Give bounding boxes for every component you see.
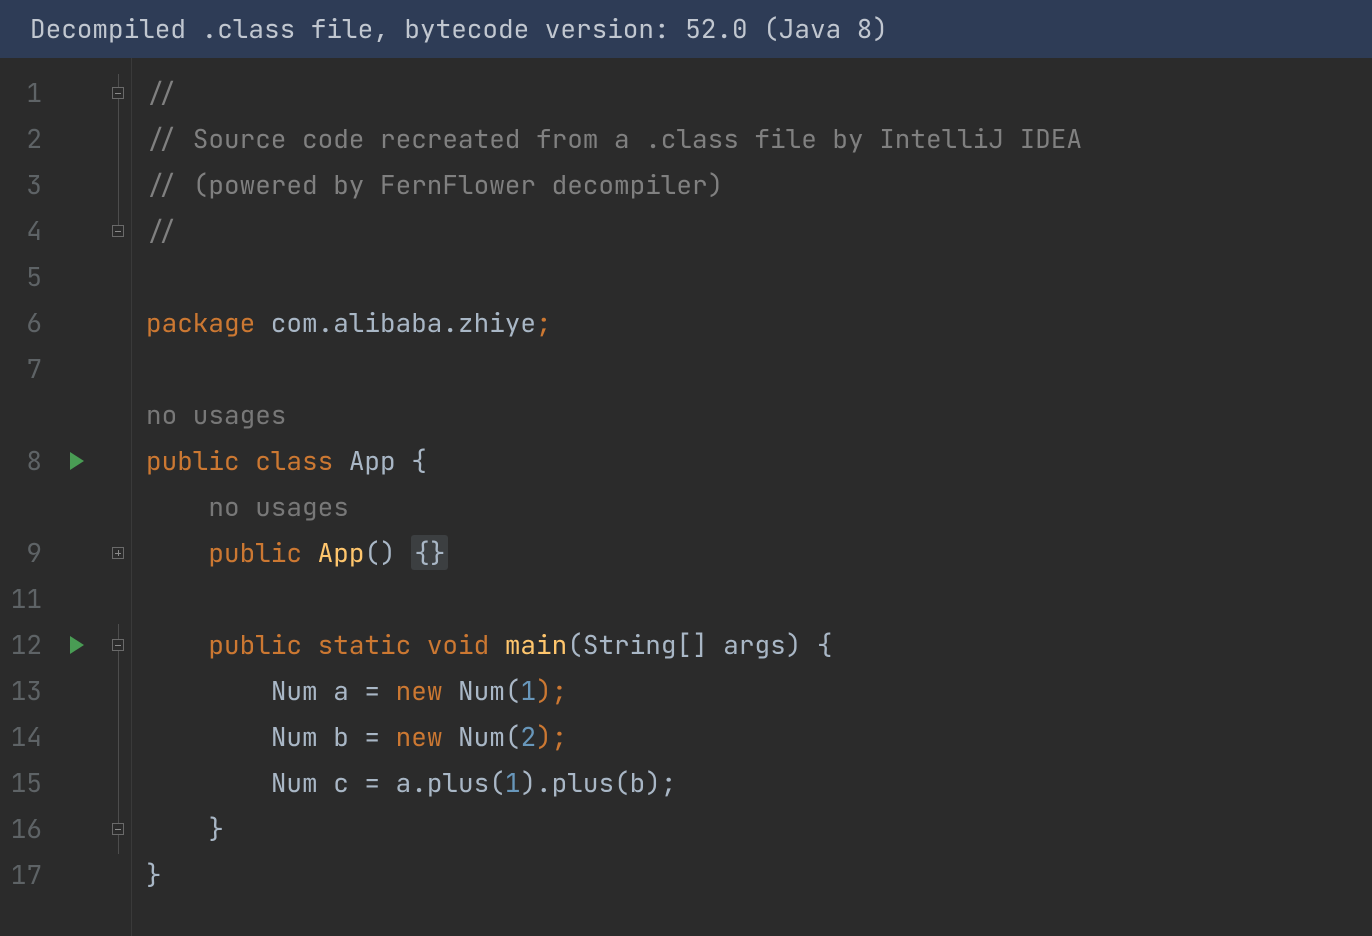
- line-number: 1: [0, 70, 50, 116]
- line-number: 11: [0, 576, 50, 622]
- code-line: Num c = a.plus(1).plus(b);: [146, 760, 1358, 806]
- line-number: 8: [0, 438, 50, 484]
- run-gutter-column: [50, 58, 104, 936]
- usage-hint: no usages: [208, 489, 348, 524]
- line-number: 13: [0, 668, 50, 714]
- code-line: [146, 254, 1358, 300]
- run-main-icon[interactable]: [70, 636, 84, 654]
- code-line: //: [146, 70, 1358, 116]
- code-line: }: [146, 806, 1358, 852]
- code-line: no usages: [146, 484, 1358, 530]
- fold-expand-icon[interactable]: [112, 547, 124, 559]
- fold-toggle-icon[interactable]: [112, 225, 124, 237]
- line-number: 6: [0, 300, 50, 346]
- line-numbers-column: 1 2 3 4 5 6 7 8 9 11 12 13 14 15 16 17: [0, 58, 50, 936]
- code-line: [146, 346, 1358, 392]
- line-number: 7: [0, 346, 50, 392]
- line-number: 12: [0, 622, 50, 668]
- code-line: Num b = new Num(2);: [146, 714, 1358, 760]
- run-class-icon[interactable]: [70, 452, 84, 470]
- banner-text: Decompiled .class file, bytecode version…: [30, 11, 888, 46]
- fold-toggle-icon[interactable]: [112, 87, 124, 99]
- line-number: 3: [0, 162, 50, 208]
- folded-block[interactable]: {}: [411, 535, 448, 570]
- decompiled-banner: Decompiled .class file, bytecode version…: [0, 0, 1372, 58]
- line-number: 4: [0, 208, 50, 254]
- line-number: 9: [0, 530, 50, 576]
- code-line: //: [146, 208, 1358, 254]
- line-number: 14: [0, 714, 50, 760]
- code-line: package com.alibaba.zhiye;: [146, 300, 1358, 346]
- code-line: public class App {: [146, 438, 1358, 484]
- line-number: 16: [0, 806, 50, 852]
- code-line: // Source code recreated from a .class f…: [146, 116, 1358, 162]
- editor-gutter: 1 2 3 4 5 6 7 8 9 11 12 13 14 15 16 17: [0, 58, 132, 936]
- code-editor: 1 2 3 4 5 6 7 8 9 11 12 13 14 15 16 17: [0, 58, 1372, 936]
- line-number: 15: [0, 760, 50, 806]
- code-line: Num a = new Num(1);: [146, 668, 1358, 714]
- fold-toggle-icon[interactable]: [112, 823, 124, 835]
- code-line: // (powered by FernFlower decompiler): [146, 162, 1358, 208]
- line-number: [0, 392, 50, 438]
- code-line: [146, 576, 1358, 622]
- line-number: 5: [0, 254, 50, 300]
- line-number: 17: [0, 852, 50, 898]
- fold-gutter-column: [104, 58, 132, 936]
- code-line: no usages: [146, 392, 1358, 438]
- line-number: 2: [0, 116, 50, 162]
- fold-toggle-icon[interactable]: [112, 639, 124, 651]
- code-line: public static void main(String[] args) {: [146, 622, 1358, 668]
- code-content[interactable]: // // Source code recreated from a .clas…: [132, 58, 1372, 936]
- code-line: public App() {}: [146, 530, 1358, 576]
- line-number: [0, 484, 50, 530]
- code-line: }: [146, 852, 1358, 898]
- usage-hint: no usages: [146, 397, 286, 432]
